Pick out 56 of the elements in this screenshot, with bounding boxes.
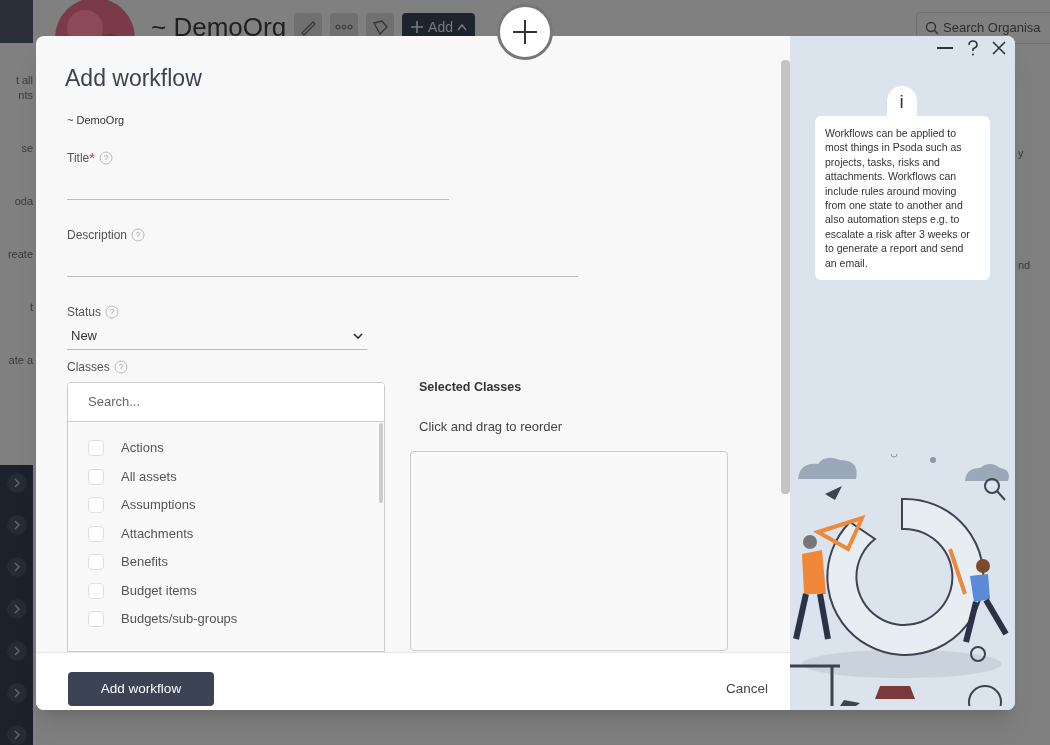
chevron-down-icon <box>353 332 363 340</box>
class-option[interactable]: Benefits <box>121 552 168 572</box>
modal-scrollbar[interactable] <box>781 60 790 494</box>
org-label: ~ DemoOrg <box>67 113 126 128</box>
sidebar-text: t <box>28 299 33 315</box>
info-text: Workflows can be applied to most things in Psoda such as projects, tasks, risks and attachments. Workflows can include rules around moving from one state to another and also automation steps e.g. to escalate a risk after 3 weeks or to generate a report and send an email. <box>815 116 990 281</box>
chevron-icon[interactable] <box>6 515 27 535</box>
chevron-icon[interactable] <box>6 683 27 703</box>
required-marker: * <box>89 150 96 165</box>
plus-icon <box>410 20 425 34</box>
plus-icon <box>512 19 538 45</box>
add-workflow-button[interactable]: Add workflow <box>68 672 214 706</box>
checkbox[interactable] <box>88 582 104 599</box>
hint-text: Click and drag to reorder <box>419 418 564 437</box>
chevron-icon[interactable] <box>6 641 27 661</box>
class-option[interactable]: Budgets/sub-groups <box>121 609 238 629</box>
caret-icon <box>457 23 468 31</box>
help-icon[interactable] <box>967 40 979 56</box>
checkbox[interactable] <box>88 497 104 513</box>
checkbox[interactable] <box>88 440 104 456</box>
background-text: y <box>1018 146 1025 161</box>
field-label: Status <box>67 303 102 321</box>
background-text: nd <box>1018 257 1031 273</box>
sidebar-text: se <box>20 140 33 156</box>
dialog-title: Add workflow <box>65 64 203 93</box>
class-option[interactable]: Budget items <box>121 580 197 601</box>
checkbox[interactable] <box>88 611 104 627</box>
chevron-icon[interactable] <box>6 473 27 493</box>
search-field[interactable]: Search... <box>68 382 384 422</box>
checkbox[interactable] <box>88 468 104 485</box>
checkbox[interactable] <box>88 525 104 542</box>
checkbox[interactable] <box>88 554 104 570</box>
add-circle-button[interactable] <box>497 4 553 60</box>
close-icon[interactable] <box>992 41 1006 55</box>
scrollbar[interactable] <box>379 422 383 503</box>
sidebar-text: t all nts <box>14 72 33 103</box>
class-option[interactable]: All assets <box>121 466 177 487</box>
chevron-icon[interactable] <box>6 557 27 577</box>
section-heading: Selected Classes <box>419 378 523 396</box>
sidebar-text: oda <box>13 193 33 209</box>
sidebar-header <box>0 0 33 43</box>
status-select[interactable]: New <box>67 323 367 350</box>
chevron-icon[interactable] <box>6 725 27 745</box>
sidebar-text: reate <box>6 246 33 262</box>
field-label: Classes <box>67 358 110 376</box>
chevron-icon[interactable] <box>6 599 27 619</box>
info-icon: i <box>886 86 917 116</box>
class-option[interactable]: Actions <box>121 438 164 458</box>
field-label: Title <box>67 149 90 167</box>
field-label: Description <box>67 226 128 244</box>
search-icon <box>925 21 939 35</box>
class-option[interactable]: Attachments <box>121 523 194 544</box>
org-title: ~ DemoOrg <box>151 10 287 44</box>
sidebar-text: ate a <box>7 352 33 368</box>
class-option[interactable]: Assumptions <box>121 495 196 515</box>
cancel-button[interactable]: Cancel <box>721 678 772 700</box>
